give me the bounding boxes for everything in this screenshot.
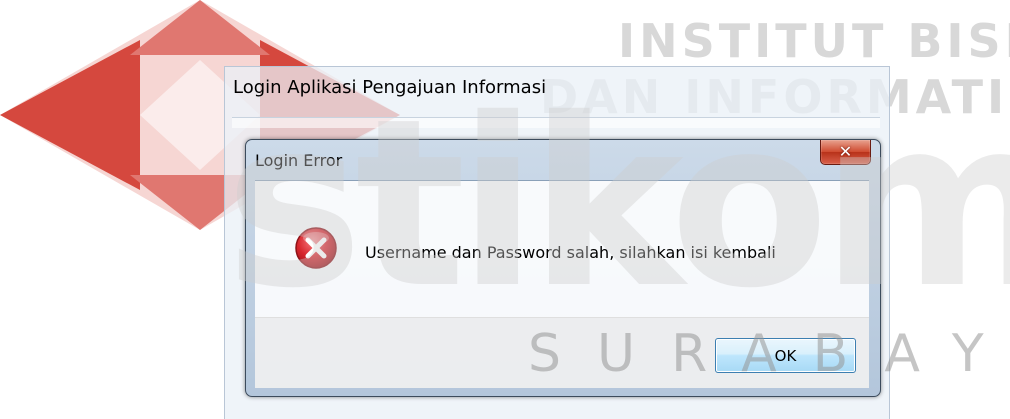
watermark-institut-text: INSTITUT BISNIS: [618, 14, 1010, 68]
screenshot-canvas: INSTITUT BISNIS DAN INFORMATIKA Login Ap…: [0, 0, 1010, 419]
logo-segment-top: [130, 0, 270, 55]
watermark-stikom-text: stikom: [225, 69, 1010, 339]
logo-segment-left: [0, 40, 140, 190]
watermark-surabaya-text: SURABAYA: [528, 324, 1010, 384]
